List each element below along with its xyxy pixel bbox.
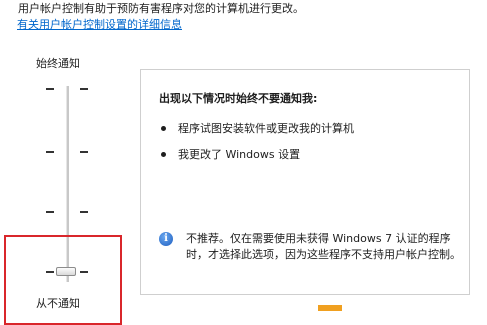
slider-tick-right <box>80 151 88 153</box>
list-item: 我更改了 Windows 设置 <box>161 146 300 162</box>
bullet-icon <box>161 125 166 131</box>
slider-tick-left <box>46 151 54 153</box>
recommendation-note: 不推荐。仅在需要使用未获得 Windows 7 认证的程序时，才选择此选项，因为… <box>186 232 461 261</box>
slider-tick-right <box>80 211 88 213</box>
slider-label-always-notify: 始终通知 <box>36 57 80 70</box>
bullet-text: 我更改了 Windows 设置 <box>178 148 301 161</box>
intro-text: 用户帐户控制有助于预防有害程序对您的计算机进行更改。 <box>18 2 304 15</box>
list-item: 程序试图安装软件或更改我的计算机 <box>161 120 354 136</box>
button-edge-fragment[interactable] <box>318 305 342 311</box>
info-icon: i <box>159 232 173 246</box>
bullet-text: 程序试图安装软件或更改我的计算机 <box>178 122 354 135</box>
slider-tick-right <box>80 88 88 90</box>
learn-more-link[interactable]: 有关用户帐户控制设置的详细信息 <box>17 16 182 32</box>
slider-tick-left <box>46 211 54 213</box>
panel-heading: 出现以下情况时始终不要通知我: <box>159 92 318 105</box>
description-panel: 出现以下情况时始终不要通知我: 程序试图安装软件或更改我的计算机 我更改了 Wi… <box>140 69 470 295</box>
slider-label-never-notify: 从不通知 <box>36 297 80 310</box>
bullet-icon <box>161 151 166 157</box>
selection-highlight-box <box>4 235 122 325</box>
slider-tick-left <box>46 88 54 90</box>
